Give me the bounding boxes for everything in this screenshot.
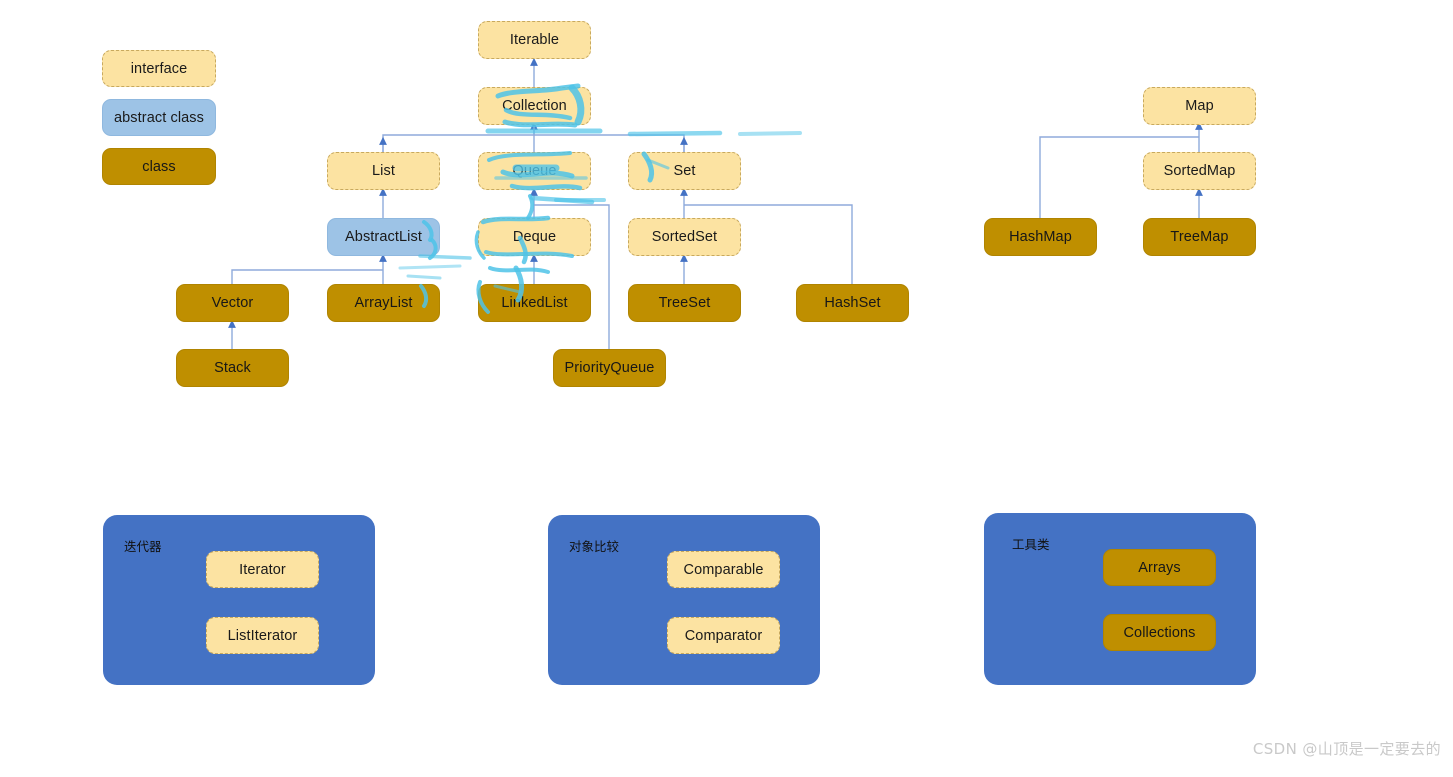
node-collections-label: Collections xyxy=(1123,624,1196,641)
node-comparable[interactable]: Comparable xyxy=(667,551,780,588)
node-iterator[interactable]: Iterator xyxy=(206,551,319,588)
node-deque-label: Deque xyxy=(512,229,557,245)
legend-abstract-class-label: abstract class xyxy=(113,109,205,126)
node-linkedlist[interactable]: LinkedList xyxy=(478,284,591,322)
node-queue[interactable]: Queue xyxy=(478,152,591,190)
panel-iterator-title: 迭代器 xyxy=(124,539,162,554)
node-sortedmap[interactable]: SortedMap xyxy=(1143,152,1256,190)
node-listiterator-label: ListIterator xyxy=(227,627,298,644)
node-linkedlist-label: LinkedList xyxy=(501,295,568,311)
node-collection[interactable]: Collection xyxy=(478,87,591,125)
node-treemap[interactable]: TreeMap xyxy=(1143,218,1256,256)
csdn-watermark: CSDN @山顶是一定要去的 xyxy=(1252,740,1441,758)
node-listiterator[interactable]: ListIterator xyxy=(206,617,319,654)
node-vector-label: Vector xyxy=(211,295,254,311)
node-set-label: Set xyxy=(673,163,696,179)
node-comparator-label: Comparator xyxy=(684,627,763,644)
node-comparable-label: Comparable xyxy=(683,561,764,578)
node-iterable-label: Iterable xyxy=(509,32,560,48)
node-abstractlist-label: AbstractList xyxy=(345,229,422,245)
node-deque[interactable]: Deque xyxy=(478,218,591,256)
node-list[interactable]: List xyxy=(327,152,440,190)
node-queue-label: Queue xyxy=(512,163,557,179)
node-sortedmap-label: SortedMap xyxy=(1163,163,1236,179)
node-collections[interactable]: Collections xyxy=(1103,614,1216,651)
node-stack-label: Stack xyxy=(214,360,251,376)
node-arraylist[interactable]: ArrayList xyxy=(327,284,440,322)
node-set[interactable]: Set xyxy=(628,152,741,190)
node-stack[interactable]: Stack xyxy=(176,349,289,387)
legend-class: class xyxy=(102,148,216,185)
diagram-canvas: interface abstract class class Iterable … xyxy=(0,0,1453,777)
node-treeset-label: TreeSet xyxy=(658,295,711,311)
node-vector[interactable]: Vector xyxy=(176,284,289,322)
node-sortedset[interactable]: SortedSet xyxy=(628,218,741,256)
node-priorityqueue-label: PriorityQueue xyxy=(564,360,655,376)
node-arrays[interactable]: Arrays xyxy=(1103,549,1216,586)
node-iterable[interactable]: Iterable xyxy=(478,21,591,59)
node-treemap-label: TreeMap xyxy=(1170,229,1229,245)
node-abstractlist[interactable]: AbstractList xyxy=(327,218,440,256)
node-arraylist-label: ArrayList xyxy=(354,295,413,311)
node-priorityqueue[interactable]: PriorityQueue xyxy=(553,349,666,387)
legend-interface-label: interface xyxy=(130,60,188,77)
node-sortedset-label: SortedSet xyxy=(651,229,718,245)
node-hashset[interactable]: HashSet xyxy=(796,284,909,322)
node-hashset-label: HashSet xyxy=(824,295,881,311)
legend-class-label: class xyxy=(142,158,176,175)
node-treeset[interactable]: TreeSet xyxy=(628,284,741,322)
node-hashmap[interactable]: HashMap xyxy=(984,218,1097,256)
panel-utilities-title: 工具类 xyxy=(1012,537,1050,552)
node-comparator[interactable]: Comparator xyxy=(667,617,780,654)
panel-comparison-title: 对象比较 xyxy=(569,539,620,554)
legend-interface: interface xyxy=(102,50,216,87)
node-iterator-label: Iterator xyxy=(239,561,286,578)
node-arrays-label: Arrays xyxy=(1138,559,1181,576)
node-map[interactable]: Map xyxy=(1143,87,1256,125)
node-hashmap-label: HashMap xyxy=(1009,229,1072,245)
node-map-label: Map xyxy=(1185,98,1214,114)
node-list-label: List xyxy=(372,163,395,179)
legend-abstract-class: abstract class xyxy=(102,99,216,136)
node-collection-label: Collection xyxy=(502,98,567,114)
